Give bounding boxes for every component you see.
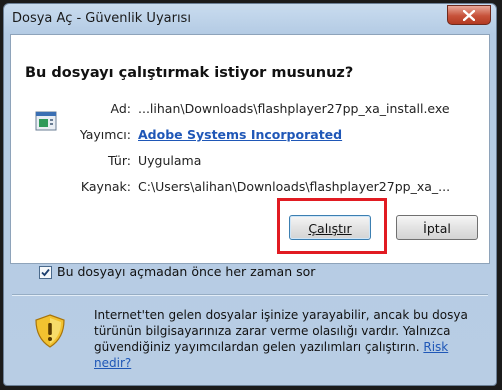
run-button-highlight [277,198,387,254]
title-bar[interactable]: Dosya Aç - Güvenlik Uyarısı [4,4,496,34]
publisher-label: Yayımcı: [79,127,131,142]
cancel-button-label: İptal [423,221,451,236]
name-label: Ad: [110,101,131,116]
dialog-content: Bu dosyayı çalıştırmak istiyor musunuz? … [10,34,490,264]
close-icon [463,9,475,21]
close-button[interactable] [447,5,491,25]
checkmark-icon [41,268,50,277]
warning-text: Internet'ten gelen dosyalar işinize yara… [94,307,484,371]
cancel-button[interactable]: İptal [396,215,478,240]
type-label: Tür: [108,153,131,168]
security-warning-dialog: Dosya Aç - Güvenlik Uyarısı Bu dosyayı ç… [3,3,497,386]
source-label: Kaynak: [80,179,131,194]
always-ask-label: Bu dosyayı açmadan önce her zaman sor [57,264,316,279]
warning-message: Internet'ten gelen dosyalar işinize yara… [94,308,468,354]
window-title: Dosya Aç - Güvenlik Uyarısı [12,11,191,26]
divider [12,294,488,296]
question-heading: Bu dosyayı çalıştırmak istiyor musunuz? [25,65,354,81]
type-value: Uygulama [138,153,202,168]
source-value: C:\Users\alihan\Downloads\flashplayer27p… [138,179,451,194]
publisher-link[interactable]: Adobe Systems Incorporated [138,127,342,142]
name-value: ...lihan\Downloads\flashplayer27pp_xa_in… [138,101,450,116]
always-ask-checkbox[interactable] [39,266,52,279]
shield-warning-icon [35,314,65,348]
